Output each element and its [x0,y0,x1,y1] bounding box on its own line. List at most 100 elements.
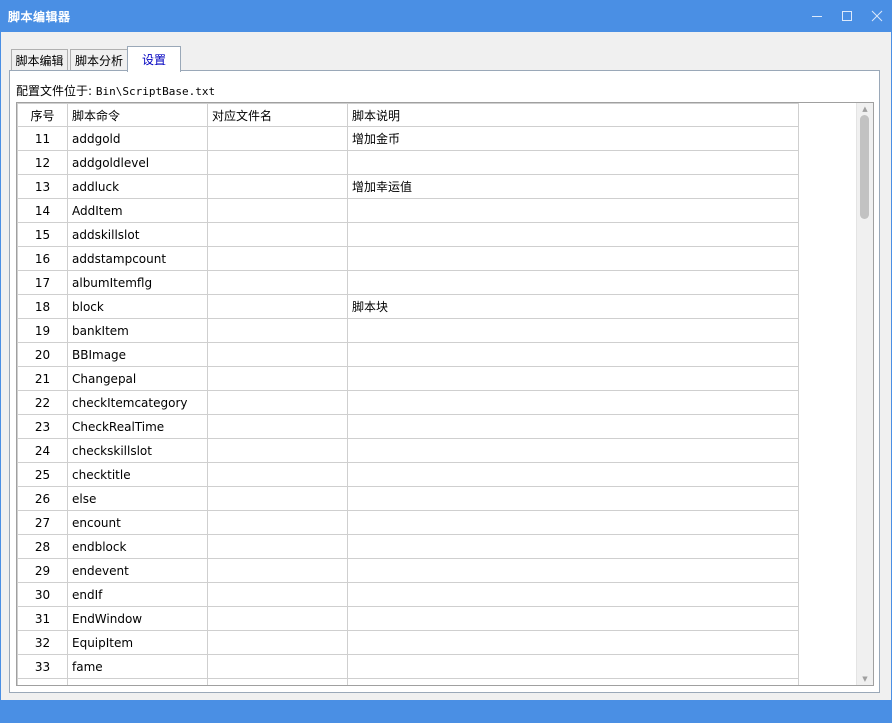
scroll-up-arrow-icon[interactable]: ▲ [857,103,873,115]
cell-command[interactable]: fame [67,654,208,679]
cell-description[interactable] [347,318,799,343]
cell-description[interactable] [347,606,799,631]
cell-description[interactable]: 增加金币 [347,126,799,151]
cell-description[interactable] [347,654,799,679]
cell-command[interactable]: checkskillslot [67,438,208,463]
title-bar[interactable]: 脚本编辑器 [0,0,892,32]
cell-description[interactable] [347,486,799,511]
cell-filename[interactable] [207,390,348,415]
cell-filename[interactable] [207,558,348,583]
table-row[interactable]: 13 addluck 增加幸运值 [17,174,799,199]
cell-description[interactable] [347,534,799,559]
cell-index[interactable]: 13 [17,174,68,199]
column-header-index[interactable]: 序号 [17,103,68,127]
cell-description[interactable] [347,270,799,295]
cell-index[interactable]: 18 [17,294,68,319]
cell-description[interactable] [347,414,799,439]
table-row[interactable]: 28 endblock [17,534,799,559]
cell-description[interactable] [347,462,799,487]
table-row[interactable]: 33 fame [17,654,799,679]
cell-index[interactable]: 28 [17,534,68,559]
tab-script-edit[interactable]: 脚本编辑 [11,49,68,70]
cell-command[interactable]: CheckRealTime [67,414,208,439]
cell-command[interactable]: EndWindow [67,606,208,631]
cell-filename[interactable] [207,318,348,343]
cell-filename[interactable] [207,414,348,439]
cell-filename[interactable] [207,174,348,199]
table-row[interactable]: 17 albumItemflg [17,270,799,295]
table-row[interactable]: 23 CheckRealTime [17,414,799,439]
cell-index[interactable]: 14 [17,198,68,223]
table-row[interactable]: 15 addskillslot [17,222,799,247]
cell-command[interactable]: endblock [67,534,208,559]
cell-command[interactable] [67,678,208,685]
cell-command[interactable]: EquipItem [67,630,208,655]
cell-index[interactable]: 30 [17,582,68,607]
maximize-button[interactable] [832,0,862,32]
cell-command[interactable]: addgoldlevel [67,150,208,175]
cell-description[interactable] [347,678,799,685]
cell-filename[interactable] [207,630,348,655]
cell-description[interactable] [347,246,799,271]
cell-description[interactable] [347,558,799,583]
cell-filename[interactable] [207,342,348,367]
cell-filename[interactable] [207,270,348,295]
script-command-grid[interactable]: 序号 脚本命令 对应文件名 脚本说明 11 addgold 增加金币 12 addgol… [16,102,874,686]
cell-index[interactable]: 31 [17,606,68,631]
cell-filename[interactable] [207,582,348,607]
tab-script-analysis[interactable]: 脚本分析 [70,49,128,70]
table-row[interactable]: 16 addstampcount [17,246,799,271]
cell-index[interactable]: 21 [17,366,68,391]
cell-index[interactable]: 23 [17,414,68,439]
cell-index[interactable]: 11 [17,126,68,151]
cell-description[interactable] [347,342,799,367]
cell-index[interactable]: 24 [17,438,68,463]
cell-command[interactable]: checktitle [67,462,208,487]
table-row[interactable]: 18 block 脚本块 [17,294,799,319]
cell-filename[interactable] [207,510,348,535]
cell-description[interactable] [347,582,799,607]
cell-description[interactable]: 增加幸运值 [347,174,799,199]
table-row[interactable]: 11 addgold 增加金币 [17,126,799,151]
cell-index[interactable]: 15 [17,222,68,247]
table-row[interactable]: 27 encount [17,510,799,535]
cell-description[interactable] [347,630,799,655]
cell-command[interactable]: AddItem [67,198,208,223]
minimize-button[interactable] [802,0,832,32]
cell-command[interactable]: checkItemcategory [67,390,208,415]
column-header-command[interactable]: 脚本命令 [67,103,208,127]
cell-index[interactable]: 19 [17,318,68,343]
cell-description[interactable] [347,510,799,535]
scroll-down-arrow-icon[interactable]: ▼ [857,673,873,685]
cell-index[interactable]: 25 [17,462,68,487]
column-header-filename[interactable]: 对应文件名 [207,103,348,127]
cell-index[interactable]: 27 [17,510,68,535]
cell-index[interactable]: 22 [17,390,68,415]
cell-command[interactable]: Changepal [67,366,208,391]
cell-description[interactable] [347,222,799,247]
table-row[interactable]: 14 AddItem [17,198,799,223]
cell-command[interactable]: addstampcount [67,246,208,271]
cell-command[interactable]: endevent [67,558,208,583]
cell-filename[interactable] [207,606,348,631]
table-row[interactable]: 31 EndWindow [17,606,799,631]
cell-index[interactable]: 26 [17,486,68,511]
cell-filename[interactable] [207,654,348,679]
cell-index[interactable]: 29 [17,558,68,583]
cell-filename[interactable] [207,486,348,511]
cell-command[interactable]: albumItemflg [67,270,208,295]
table-row[interactable]: 21 Changepal [17,366,799,391]
table-row[interactable]: 12 addgoldlevel [17,150,799,175]
vertical-scrollbar[interactable]: ▲ ▼ [856,103,873,685]
cell-index[interactable]: 12 [17,150,68,175]
cell-index[interactable] [17,678,68,685]
table-row[interactable]: 24 checkskillslot [17,438,799,463]
table-row[interactable] [17,678,799,685]
cell-description[interactable]: 脚本块 [347,294,799,319]
cell-description[interactable] [347,390,799,415]
cell-filename[interactable] [207,462,348,487]
cell-filename[interactable] [207,366,348,391]
cell-description[interactable] [347,198,799,223]
cell-index[interactable]: 16 [17,246,68,271]
cell-filename[interactable] [207,534,348,559]
